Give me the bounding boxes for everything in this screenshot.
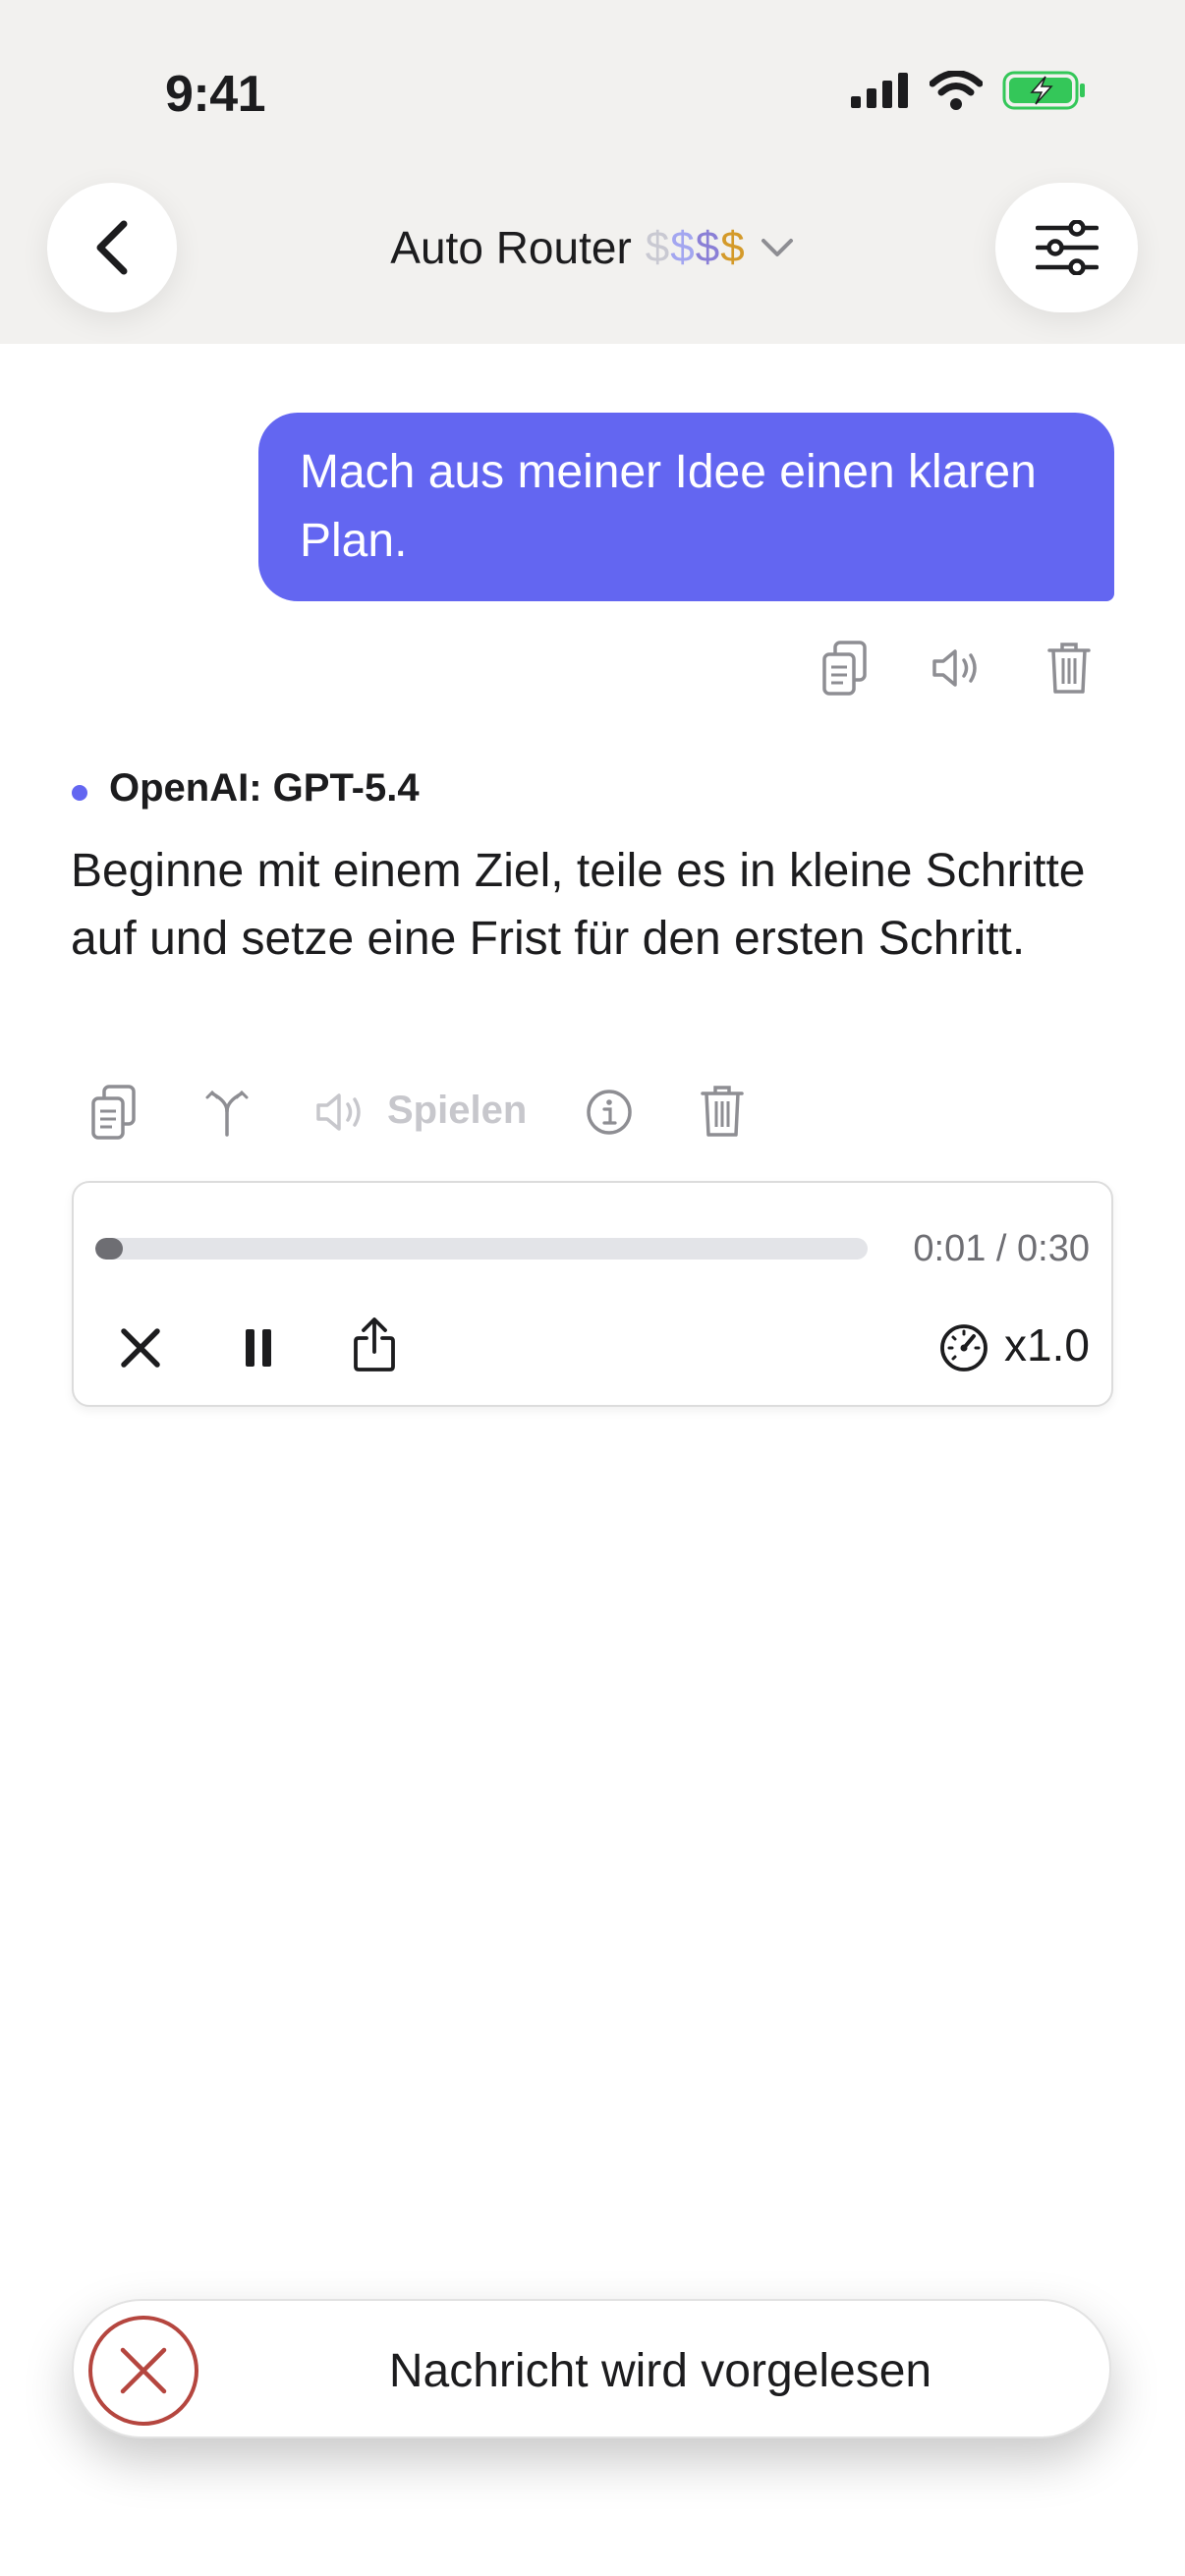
stop-reading-button[interactable] xyxy=(87,2315,199,2427)
close-circle-icon xyxy=(88,2316,198,2426)
branch-icon xyxy=(205,1090,249,1137)
trash-icon xyxy=(1047,643,1091,694)
info-button[interactable] xyxy=(582,1085,637,1140)
status-time: 9:41 xyxy=(165,66,266,123)
chevron-down-icon xyxy=(761,239,793,256)
progress-bar[interactable] xyxy=(95,1238,868,1260)
share-button[interactable] xyxy=(347,1313,402,1375)
speedometer-icon xyxy=(940,1324,988,1372)
assistant-copy-button[interactable] xyxy=(85,1081,143,1144)
speaker-icon xyxy=(932,649,977,687)
playback-time: 0:01 / 0:30 xyxy=(913,1228,1090,1269)
pause-button[interactable] xyxy=(231,1320,286,1375)
user-message-bubble: Mach aus meiner Idee einen klaren Plan. xyxy=(258,413,1114,601)
user-delete-button[interactable] xyxy=(1044,639,1095,698)
price-indicator: $$$$ xyxy=(645,223,746,271)
copy-icon xyxy=(822,641,867,696)
model-indicator-dot xyxy=(72,785,87,801)
info-icon xyxy=(587,1090,632,1135)
model-selector-title: Auto Router xyxy=(390,222,632,273)
audio-player: 0:01 / 0:30 x1.0 xyxy=(72,1181,1113,1407)
reading-toast: Nachricht wird vorgelesen xyxy=(72,2299,1111,2438)
play-button-label: Spielen xyxy=(387,1089,528,1132)
speaker-icon xyxy=(316,1093,361,1131)
trash-icon xyxy=(701,1086,744,1137)
share-icon xyxy=(354,1317,395,1372)
close-player-button[interactable] xyxy=(113,1320,168,1375)
sliders-icon xyxy=(1035,220,1099,275)
settings-button[interactable] xyxy=(995,183,1138,312)
assistant-message-text: Beginne mit einem Ziel, teile es in klei… xyxy=(71,845,1086,965)
signal-icon xyxy=(851,73,908,108)
battery-charging-icon xyxy=(1002,71,1085,110)
assistant-delete-button[interactable] xyxy=(697,1081,748,1142)
toast-message: Nachricht wird vorgelesen xyxy=(388,2344,932,2397)
status-icons xyxy=(851,71,1087,110)
copy-icon xyxy=(91,1085,136,1140)
model-name: OpenAI: GPT-5.4 xyxy=(109,766,420,810)
speed-button[interactable] xyxy=(934,1318,993,1377)
top-header: 9:41 Auto Router $$$$ xyxy=(0,0,1185,344)
pause-icon xyxy=(246,1329,271,1367)
progress-fill xyxy=(95,1238,123,1260)
user-speak-button[interactable] xyxy=(929,641,988,696)
playback-speed[interactable]: x1.0 xyxy=(1004,1318,1090,1372)
user-copy-button[interactable] xyxy=(816,639,875,698)
wifi-icon xyxy=(930,71,983,110)
branch-button[interactable] xyxy=(201,1085,253,1140)
close-icon xyxy=(121,1328,160,1368)
